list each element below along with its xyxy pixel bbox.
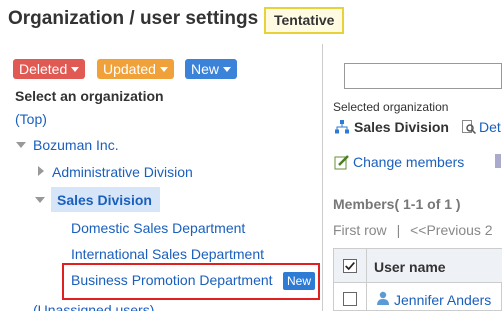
chevron-down-icon — [223, 66, 232, 72]
row-checkbox[interactable] — [343, 292, 357, 306]
check-icon — [345, 262, 355, 271]
first-row-link[interactable]: First row — [333, 222, 387, 238]
page-title: Organization / user settings — [8, 8, 259, 29]
tree-item-domestic-sales[interactable]: Domestic Sales Department — [71, 220, 245, 236]
select-organization-heading: Select an organization — [15, 88, 164, 104]
new-badge: New — [283, 272, 316, 290]
members-table: User name Jennifer Anders — [333, 248, 502, 311]
previous-link[interactable]: <<Previous 2 — [410, 222, 493, 238]
pagination-separator: | — [396, 222, 401, 238]
deleted-filter-label: Deleted — [19, 61, 68, 77]
members-heading: Members( 1-1 of 1 ) — [333, 196, 461, 212]
clipped-icon — [495, 154, 501, 168]
top-link[interactable]: (Top) — [15, 111, 47, 127]
collapse-icon[interactable] — [16, 142, 26, 148]
new-filter-label: New — [191, 61, 220, 77]
search-input[interactable] — [344, 63, 502, 89]
tree-item-root[interactable]: Bozuman Inc. — [33, 137, 119, 153]
tree-item-unassigned[interactable]: (Unassigned users) — [33, 302, 154, 311]
change-members-link[interactable]: Change members — [353, 154, 464, 170]
updated-filter-button[interactable]: Updated — [97, 59, 174, 79]
pagination: First row | <<Previous 2 — [333, 222, 493, 238]
tree-item-business-promotion[interactable]: Business Promotion Department — [71, 272, 273, 288]
new-filter-button[interactable]: New — [185, 59, 238, 79]
user-name-column-header[interactable]: User name — [374, 259, 446, 275]
selected-organization-name: Sales Division — [354, 119, 449, 135]
updated-filter-label: Updated — [103, 61, 156, 77]
tree-item-sales-division[interactable]: Sales Division — [57, 192, 152, 208]
details-link[interactable]: Det — [479, 119, 501, 135]
details-icon[interactable] — [462, 120, 476, 134]
user-icon — [377, 291, 389, 305]
chevron-down-icon — [71, 66, 80, 72]
tree-item-international-sales[interactable]: International Sales Department — [71, 246, 264, 262]
expand-icon[interactable] — [38, 166, 44, 176]
table-header: User name — [334, 249, 502, 283]
chevron-down-icon — [159, 66, 168, 72]
collapse-icon[interactable] — [35, 197, 45, 203]
page-header: Organization / user settings Tentative — [0, 0, 502, 44]
deleted-filter-button[interactable]: Deleted — [13, 59, 86, 79]
user-name-link[interactable]: Jennifer Anders — [394, 292, 491, 308]
column-divider — [366, 249, 367, 311]
tree-item-administrative-division[interactable]: Administrative Division — [52, 164, 193, 180]
selected-organization-label: Selected organization — [333, 100, 449, 114]
edit-icon — [334, 155, 349, 170]
organization-icon — [335, 120, 349, 134]
tentative-badge: Tentative — [264, 7, 345, 34]
select-all-checkbox[interactable] — [343, 259, 357, 273]
